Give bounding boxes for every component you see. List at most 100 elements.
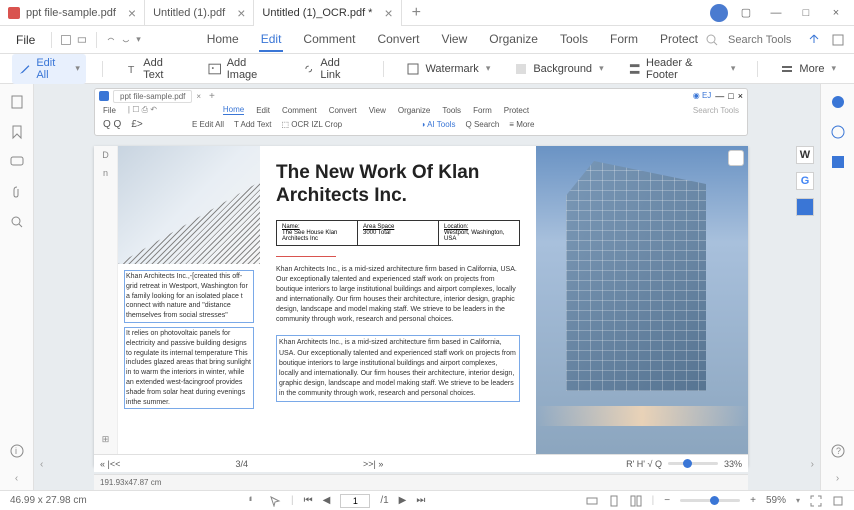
page-input[interactable] bbox=[340, 494, 370, 508]
nested-tab[interactable]: ppt file-sample.pdf bbox=[113, 90, 192, 103]
scroll-right-icon[interactable]: › bbox=[811, 459, 814, 470]
read-mode-icon[interactable] bbox=[832, 495, 844, 507]
page-prev-icon[interactable]: ◀ bbox=[323, 495, 331, 506]
select-tool-icon[interactable] bbox=[269, 495, 281, 507]
nested-ai-tools[interactable]: ◑ AI Tools bbox=[421, 120, 456, 129]
nested-menu-comment[interactable]: Comment bbox=[282, 106, 317, 115]
fit-page-icon[interactable] bbox=[608, 495, 620, 507]
tab-2[interactable]: Untitled (1).pdf × bbox=[145, 0, 254, 26]
menu-form[interactable]: Form bbox=[608, 28, 640, 52]
background-button[interactable]: Background▾ bbox=[508, 59, 609, 79]
bookmarks-icon[interactable] bbox=[9, 124, 25, 140]
nested-edit-all[interactable]: E Edit All bbox=[192, 120, 224, 129]
nested-menu-convert[interactable]: Convert bbox=[329, 106, 357, 115]
search-panel-icon[interactable] bbox=[9, 214, 25, 230]
nested-menu-organize[interactable]: Organize bbox=[398, 106, 430, 115]
nested-search[interactable]: Search Tools bbox=[693, 106, 739, 115]
tab-label: Untitled (1)_OCR.pdf * bbox=[262, 7, 372, 19]
collapse-left-icon[interactable]: ‹ bbox=[15, 473, 18, 484]
close-button[interactable]: × bbox=[824, 3, 848, 23]
view-mode-icon[interactable] bbox=[630, 495, 642, 507]
thumbnails-icon[interactable] bbox=[9, 94, 25, 110]
maximize-button[interactable]: □ bbox=[794, 3, 818, 23]
nested-minimize[interactable]: — bbox=[715, 91, 724, 101]
minimize-button[interactable]: — bbox=[764, 3, 788, 23]
nested-more[interactable]: ≡ More bbox=[509, 120, 534, 129]
menu-edit[interactable]: Edit bbox=[259, 28, 284, 52]
nested-menu-edit[interactable]: Edit bbox=[256, 106, 270, 115]
tab-close-icon[interactable]: × bbox=[237, 5, 245, 21]
nested-menu-tools[interactable]: Tools bbox=[442, 106, 461, 115]
page-first-icon[interactable]: ⏮ bbox=[304, 495, 313, 506]
ai-chat-icon[interactable] bbox=[830, 94, 846, 110]
nested-file[interactable]: File bbox=[103, 106, 116, 115]
nested-add-text[interactable]: T Add Text bbox=[234, 120, 272, 129]
tab-3[interactable]: Untitled (1)_OCR.pdf * × bbox=[254, 0, 401, 26]
nested-menu-form[interactable]: Form bbox=[473, 106, 492, 115]
undo-icon[interactable] bbox=[105, 32, 117, 48]
search-tools-input[interactable] bbox=[728, 34, 798, 46]
attachments-icon[interactable] bbox=[9, 184, 25, 200]
col-q-icon[interactable]: ⊞ bbox=[102, 434, 110, 445]
page-last-icon[interactable]: ⏭ bbox=[416, 495, 425, 506]
menu-comment[interactable]: Comment bbox=[301, 28, 357, 52]
image-badge-icon[interactable] bbox=[728, 150, 744, 166]
float-panel-g[interactable]: G bbox=[796, 172, 814, 190]
nested-app-icon bbox=[99, 91, 109, 101]
float-panel-blue[interactable] bbox=[796, 198, 814, 216]
nested-menu-protect[interactable]: Protect bbox=[504, 106, 529, 115]
nested-search-btn[interactable]: Q Search bbox=[465, 120, 499, 129]
menu-organize[interactable]: Organize bbox=[487, 28, 540, 52]
info-icon[interactable]: i bbox=[9, 443, 25, 459]
watermark-button[interactable]: Watermark▾ bbox=[400, 59, 496, 79]
nested-user-icon[interactable]: ◉ EJ bbox=[693, 91, 712, 101]
header-footer-button[interactable]: Header & Footer▾ bbox=[622, 54, 742, 84]
scroll-left-icon[interactable]: ‹ bbox=[40, 459, 43, 470]
zoom-in-icon[interactable]: + bbox=[750, 495, 756, 506]
help-icon[interactable]: ? bbox=[830, 443, 846, 459]
nested-menu-view[interactable]: View bbox=[369, 106, 386, 115]
file-menu[interactable]: File bbox=[8, 29, 43, 51]
page-next-icon[interactable]: ▶ bbox=[399, 495, 407, 506]
settings-icon[interactable]: ▢ bbox=[734, 3, 758, 23]
ai-assist-icon[interactable] bbox=[830, 124, 846, 140]
tab-close-icon[interactable]: × bbox=[128, 5, 136, 21]
float-panel-w[interactable]: W bbox=[796, 146, 814, 164]
more-button[interactable]: More▾ bbox=[774, 59, 842, 79]
add-image-button[interactable]: Add Image bbox=[202, 54, 284, 84]
zoom-slider[interactable] bbox=[680, 499, 740, 502]
collapse-right-icon[interactable]: › bbox=[836, 473, 839, 484]
menu-home[interactable]: Home bbox=[205, 28, 241, 52]
zoom-out-icon[interactable]: − bbox=[664, 495, 670, 506]
nested-menu-home[interactable]: Home bbox=[223, 105, 244, 115]
expand-icon[interactable] bbox=[830, 32, 846, 48]
menu-tools[interactable]: Tools bbox=[558, 28, 590, 52]
nested-close[interactable]: × bbox=[738, 91, 743, 101]
menu-view[interactable]: View bbox=[439, 28, 469, 52]
fullscreen-icon[interactable] bbox=[810, 495, 822, 507]
tab-close-icon[interactable]: × bbox=[384, 5, 392, 21]
fit-width-icon[interactable] bbox=[586, 495, 598, 507]
menu-convert[interactable]: Convert bbox=[375, 28, 421, 52]
redo-icon[interactable] bbox=[120, 32, 132, 48]
selected-text-1[interactable]: Khan Architects Inc.,-[created this off-… bbox=[124, 270, 254, 323]
add-link-button[interactable]: Add Link bbox=[296, 54, 368, 84]
user-avatar[interactable] bbox=[710, 4, 728, 22]
comments-icon[interactable] bbox=[9, 154, 25, 170]
edit-all-button[interactable]: Edit All▾ bbox=[12, 54, 86, 84]
selected-text-2[interactable]: It relies on photovoltaic panels for ele… bbox=[124, 327, 254, 409]
share-icon[interactable] bbox=[806, 32, 822, 48]
nested-maximize[interactable]: □ bbox=[728, 91, 733, 101]
print-icon[interactable] bbox=[76, 32, 88, 48]
add-text-button[interactable]: T Add Text bbox=[119, 54, 190, 84]
translate-icon[interactable] bbox=[830, 154, 846, 170]
menu-protect[interactable]: Protect bbox=[658, 28, 700, 52]
add-tab-button[interactable]: + bbox=[402, 4, 431, 22]
hand-tool-icon[interactable] bbox=[247, 495, 259, 507]
nested-ocr[interactable]: ⬚ OCR IZL Crop bbox=[282, 120, 343, 129]
image-icon bbox=[208, 62, 221, 76]
tab-1[interactable]: ppt file-sample.pdf × bbox=[0, 0, 145, 26]
pdf-icon bbox=[8, 7, 20, 19]
save-icon[interactable] bbox=[60, 32, 72, 48]
doc-paragraph-2[interactable]: Khan Architects Inc., is a mid-sized arc… bbox=[276, 335, 520, 402]
